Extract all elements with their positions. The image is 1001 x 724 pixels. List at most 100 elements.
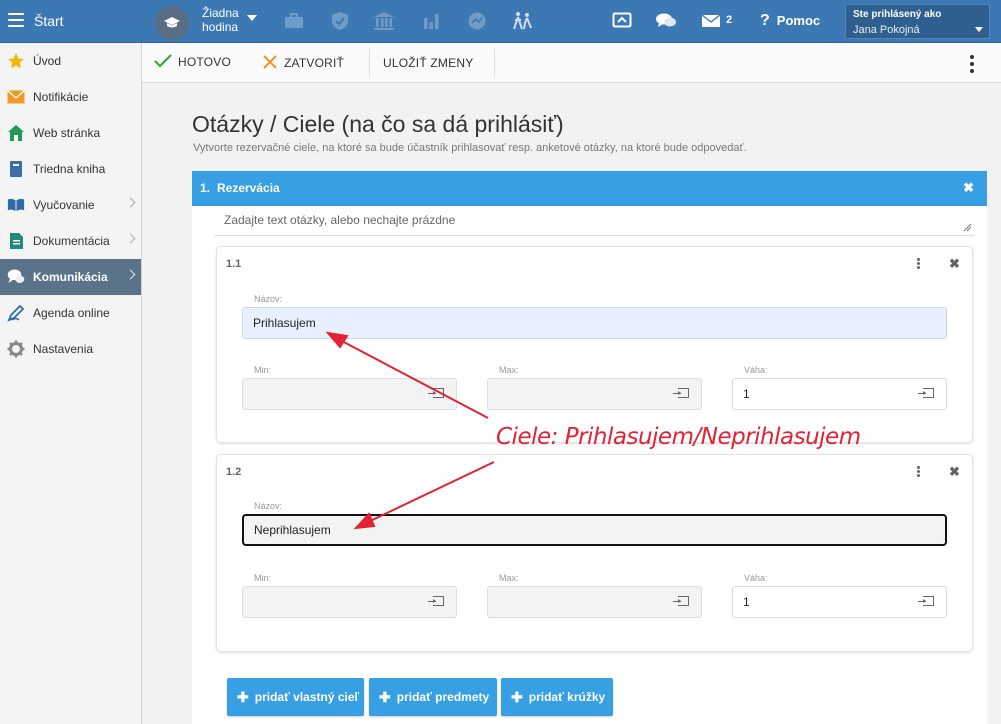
shield-icon[interactable] [329,11,351,31]
add-own-goal-label: pridať vlastný cieľ [254,690,360,704]
sidebar-item-label: Vyučovanie [33,198,95,212]
name-label: Názov: [254,501,283,511]
goal-number: 1.1 [226,258,242,270]
gauge-icon[interactable] [466,11,488,31]
close-icon[interactable]: ✖ [949,256,960,272]
bar-chart-icon[interactable] [420,11,442,31]
name-label: Názov: [254,294,283,304]
weight-label: Váha: [744,365,768,375]
weight-label: Váha: [744,573,768,583]
chevron-down-icon [975,27,983,32]
sidebar-item-label: Komunikácia [33,270,108,284]
enter-icon[interactable] [918,596,934,606]
add-clubs-button[interactable]: ✚ pridať krúžky [501,678,613,716]
done-button[interactable]: HOTOVO [154,54,231,69]
more-options-icon[interactable] [917,466,920,478]
add-own-goal-button[interactable]: ✚ pridať vlastný cieľ [227,678,364,716]
goal-weight-value: 1 [743,387,750,401]
min-label: Min: [254,573,272,583]
max-label: Max: [499,573,519,583]
help-link[interactable]: ? Pomoc [760,12,820,30]
min-label: Min: [254,365,272,375]
help-label: Pomoc [776,13,821,28]
sidebar: Úvod Notifikácie Web stránka Triedna kni… [0,43,142,724]
enter-icon[interactable] [673,388,689,398]
page-title: Otázky / Ciele (na čo sa dá prihlásiť) [192,111,564,137]
briefcase-icon[interactable] [283,11,305,31]
sidebar-item-vyucovanie[interactable]: Vyučovanie [0,187,141,223]
sidebar-item-label: Dokumentácia [33,234,110,248]
user-menu[interactable]: Ste prihlásený ako Jana Pokojná [845,4,990,39]
cast-icon[interactable] [611,11,633,31]
chevron-down-icon[interactable] [247,15,257,21]
chat-icon [7,268,25,286]
goal-card: 1.1 ✖ Názov: Prihlasujem Min: Max: Váha:… [216,246,973,443]
sidebar-item-label: Nastavenia [33,342,94,356]
goal-max-input[interactable] [487,378,702,410]
sidebar-item-triedna-kniha[interactable]: Triedna kniha [0,151,141,187]
close-button[interactable]: ZATVORIŤ [262,54,344,70]
sidebar-item-agenda-online[interactable]: Agenda online [0,295,141,331]
sidebar-item-label: Triedna kniha [33,162,106,176]
plus-icon: ✚ [511,688,523,705]
save-changes-button[interactable]: ULOŽIŤ ZMENY [383,56,473,70]
question-text-input[interactable]: Zadajte text otázky, alebo nechajte práz… [214,212,974,236]
enter-icon[interactable] [428,388,444,398]
resize-grip-icon[interactable] [963,223,972,232]
goal-weight-input[interactable]: 1 [732,378,947,410]
more-options-icon[interactable] [917,258,920,270]
bank-icon[interactable] [373,11,395,31]
graduation-cap-icon[interactable] [155,6,189,40]
enter-icon[interactable] [918,388,934,398]
hour-selector-label[interactable]: Žiadna hodina [202,6,244,34]
people-walking-icon[interactable] [511,11,533,31]
sidebar-item-label: Notifikácie [33,90,89,104]
logged-in-label: Ste prihlásený ako [853,9,942,20]
envelope-icon [7,88,25,106]
document-icon [7,232,25,250]
sidebar-item-nastavenia[interactable]: Nastavenia [0,331,141,367]
goal-min-input[interactable] [242,586,457,618]
top-bar: Štart Žiadna hodina 2 ? Pomoc Ste prihlás… [0,0,1001,43]
chevron-right-icon [125,269,136,280]
goal-max-input[interactable] [487,586,702,618]
plus-icon: ✚ [237,688,249,705]
sidebar-item-notifikacie[interactable]: Notifikácie [0,79,141,115]
chevron-right-icon [125,197,136,208]
open-book-icon [7,196,25,214]
envelope-icon[interactable] [700,11,722,31]
enter-icon[interactable] [428,596,444,606]
chevron-right-icon [125,233,136,244]
question-header[interactable]: 1. Rezervácia ✖ [192,171,987,206]
action-toolbar: HOTOVO ZATVORIŤ ULOŽIŤ ZMENY [142,43,1001,83]
pencil-icon [7,304,25,322]
gear-icon [7,340,25,358]
close-icon[interactable]: ✖ [963,180,974,196]
goal-weight-value: 1 [743,595,750,609]
start-link[interactable]: Štart [34,13,64,29]
sidebar-item-komunikacia[interactable]: Komunikácia [0,259,141,295]
goal-card: 1.2 ✖ Názov: Neprihlasujem Min: Max: Váh… [216,454,973,652]
sidebar-item-uvod[interactable]: Úvod [0,43,141,79]
plus-icon: ✚ [379,688,391,705]
page-subtitle: Vytvorte rezervačné ciele, na ktoré sa b… [193,142,747,154]
add-subjects-label: pridať predmety [396,690,490,704]
goal-weight-input[interactable]: 1 [732,586,947,618]
goal-name-input[interactable]: Neprihlasujem [242,514,947,546]
annotation-label: Ciele: Prihlasujem/Neprihlasujem [496,424,861,450]
more-options-icon[interactable] [970,55,974,76]
add-subjects-button[interactable]: ✚ pridať predmety [369,678,497,716]
sidebar-item-web-stranka[interactable]: Web stránka [0,115,141,151]
sidebar-item-label: Web stránka [33,126,101,140]
goal-min-input[interactable] [242,378,457,410]
goal-name-input[interactable]: Prihlasujem [242,307,947,339]
sidebar-item-label: Agenda online [33,306,110,320]
chat-bubbles-icon[interactable] [655,11,677,31]
menu-icon[interactable] [8,13,24,27]
sidebar-item-dokumentacia[interactable]: Dokumentácia [0,223,141,259]
user-name: Jana Pokojná [853,24,920,36]
enter-icon[interactable] [673,596,689,606]
max-label: Max: [499,365,519,375]
question-number: 1. [200,181,211,195]
close-icon[interactable]: ✖ [949,464,960,480]
